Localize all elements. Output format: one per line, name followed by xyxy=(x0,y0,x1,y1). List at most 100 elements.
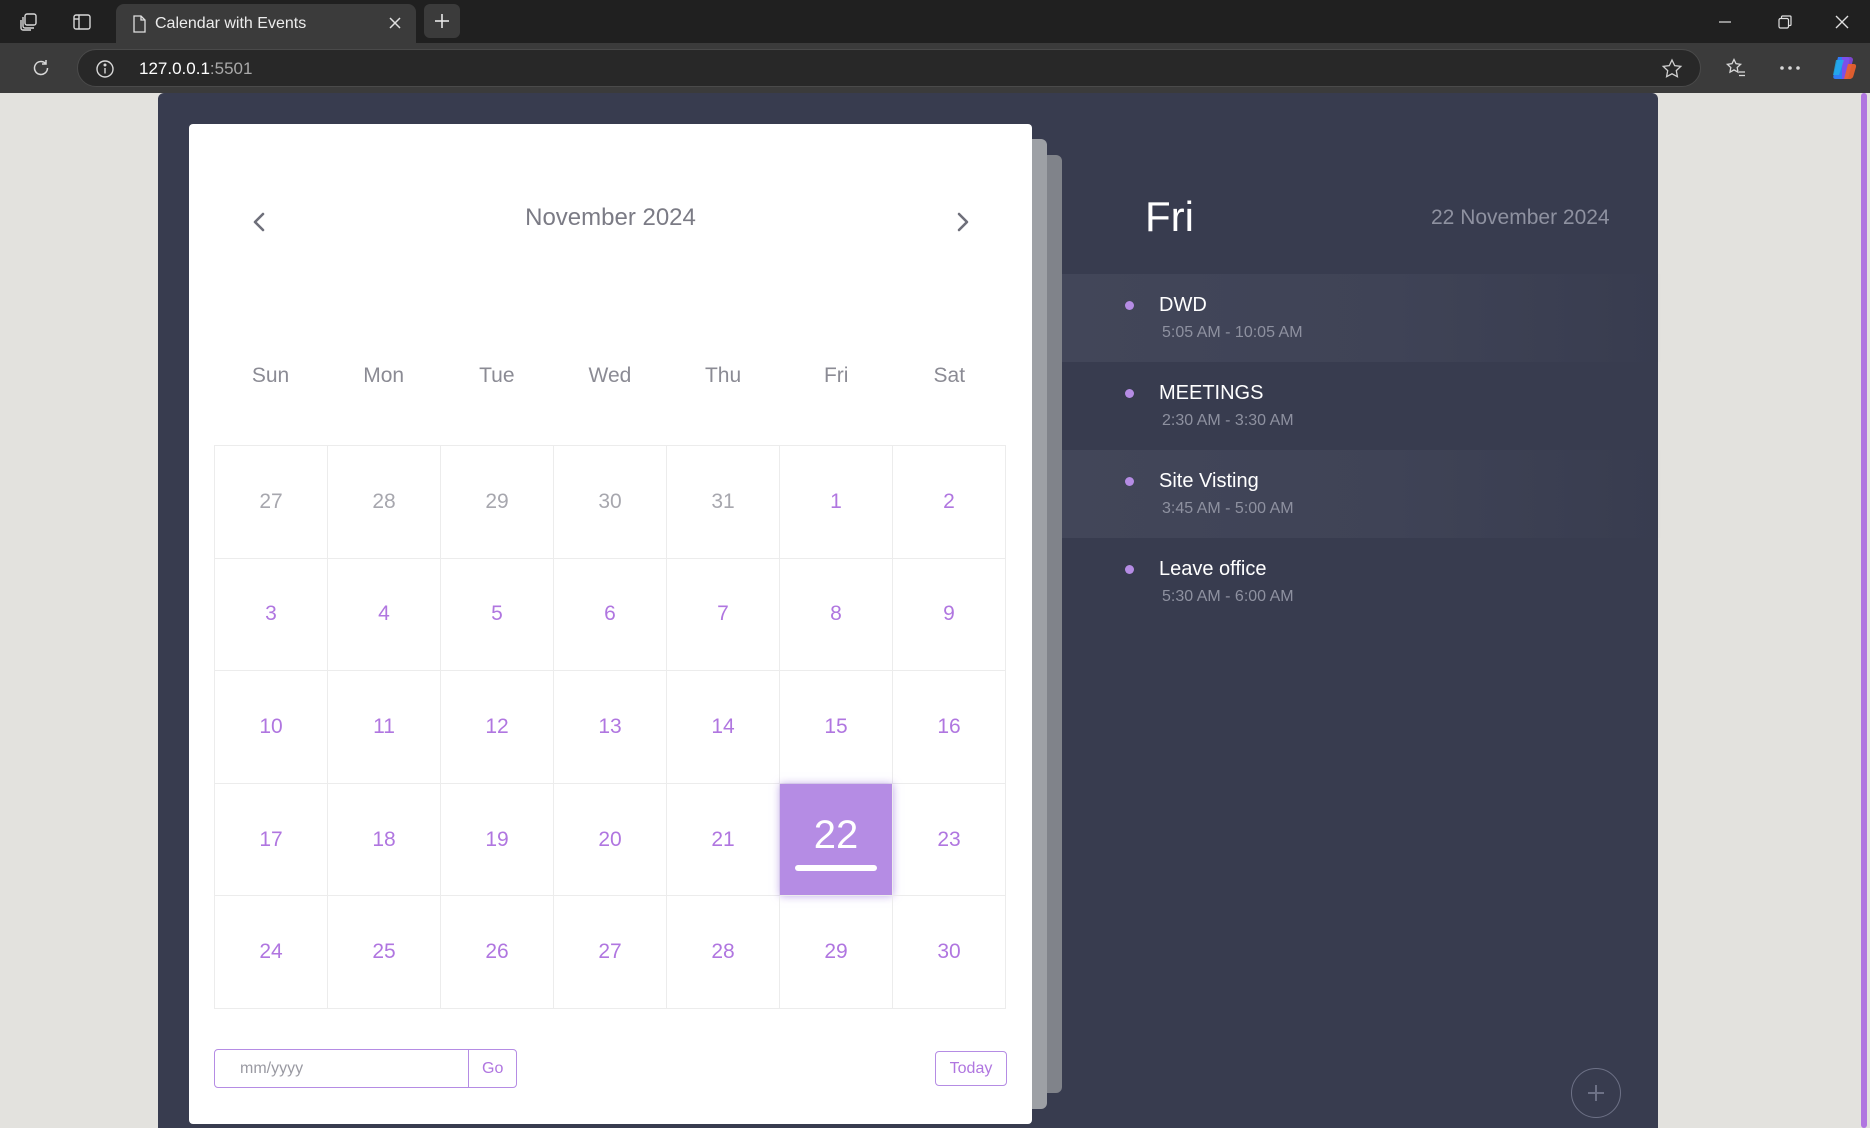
favorites-icon[interactable] xyxy=(1718,50,1754,86)
weekday-header: Sun Mon Tue Wed Thu Fri Sat xyxy=(214,364,1006,388)
day-cell[interactable]: 1 xyxy=(780,446,893,559)
restore-button[interactable] xyxy=(1755,0,1815,43)
day-cell[interactable]: 18 xyxy=(328,783,441,897)
calendar-card: November 2024 Sun Mon Tue Wed Thu Fri Sat 27 28… xyxy=(189,124,1032,1124)
event-item[interactable]: Leave office 5:30 AM - 6:00 AM xyxy=(1062,538,1662,626)
vertical-tabs-icon[interactable] xyxy=(64,4,100,40)
day-cell[interactable]: 12 xyxy=(441,671,554,784)
event-title: Leave office xyxy=(1159,558,1267,580)
day-cell[interactable]: 15 xyxy=(780,671,893,784)
day-cell[interactable]: 11 xyxy=(328,671,441,784)
day-number: 15 xyxy=(824,714,848,738)
day-number: 27 xyxy=(598,940,622,964)
day-number: 12 xyxy=(485,714,509,738)
day-cell[interactable]: 13 xyxy=(554,671,667,784)
day-cell[interactable]: 31 xyxy=(667,446,780,559)
day-cell[interactable]: 24 xyxy=(215,896,328,1009)
day-number: 28 xyxy=(372,489,396,513)
day-cell[interactable]: 16 xyxy=(893,671,1006,784)
refresh-icon[interactable] xyxy=(23,50,59,86)
day-cell[interactable]: 30 xyxy=(554,446,667,559)
copilot-icon[interactable] xyxy=(1826,50,1862,86)
event-item[interactable]: MEETINGS 2:30 AM - 3:30 AM xyxy=(1062,362,1662,450)
day-number: 17 xyxy=(259,827,283,851)
day-cell[interactable]: 19 xyxy=(441,783,554,897)
weekday-label: Wed xyxy=(588,364,632,387)
weekday-label: Mon xyxy=(363,364,405,387)
day-cell[interactable]: 25 xyxy=(328,896,441,1009)
today-button[interactable]: Today xyxy=(935,1051,1007,1086)
close-tab-icon[interactable] xyxy=(380,8,410,38)
day-number: 1 xyxy=(830,489,842,513)
day-cell[interactable]: 21 xyxy=(667,783,780,897)
day-cell[interactable]: 6 xyxy=(554,558,667,672)
plus-icon xyxy=(435,14,449,28)
page-scrollbar[interactable] xyxy=(1860,93,1870,1128)
day-cell[interactable]: 20 xyxy=(554,783,667,897)
day-cell[interactable]: 8 xyxy=(780,558,893,672)
day-number: 6 xyxy=(604,602,616,626)
day-cell[interactable]: 10 xyxy=(215,671,328,784)
event-bullet-icon xyxy=(1125,301,1134,310)
day-number: 14 xyxy=(711,714,735,738)
day-cell[interactable]: 5 xyxy=(441,558,554,672)
day-number: 27 xyxy=(259,489,283,513)
event-title: DWD xyxy=(1159,294,1207,316)
goto-date-form: Go xyxy=(214,1049,517,1088)
next-month-button[interactable] xyxy=(943,202,983,242)
new-tab-button[interactable] xyxy=(424,4,460,38)
active-tab[interactable]: Calendar with Events xyxy=(116,4,416,43)
day-number: 5 xyxy=(491,602,503,626)
day-number: 10 xyxy=(259,714,283,738)
day-cell[interactable]: 23 xyxy=(893,783,1006,897)
workspaces-icon[interactable] xyxy=(11,4,47,40)
day-cell[interactable]: 3 xyxy=(215,558,328,672)
day-number: 24 xyxy=(259,940,283,964)
day-cell[interactable]: 4 xyxy=(328,558,441,672)
day-number: 22 xyxy=(813,813,859,858)
day-cell-selected[interactable]: 22 xyxy=(780,783,893,897)
browser-tab-bar: Calendar with Events xyxy=(0,0,1870,43)
tab-title: Calendar with Events xyxy=(155,15,307,32)
more-options-icon[interactable] xyxy=(1772,50,1808,86)
weekday-label: Fri xyxy=(823,364,849,387)
minimize-button[interactable] xyxy=(1695,0,1755,43)
close-window-button[interactable] xyxy=(1812,0,1870,43)
site-info-icon[interactable] xyxy=(94,58,116,80)
day-number: 16 xyxy=(937,714,961,738)
day-cell[interactable]: 28 xyxy=(328,446,441,559)
day-cell[interactable]: 14 xyxy=(667,671,780,784)
day-cell[interactable]: 7 xyxy=(667,558,780,672)
day-number: 30 xyxy=(937,940,961,964)
day-number: 21 xyxy=(711,827,735,851)
selected-full-date: 22 November 2024 xyxy=(1431,206,1610,229)
day-cell[interactable]: 17 xyxy=(215,783,328,897)
day-cell[interactable]: 9 xyxy=(893,558,1006,672)
day-number: 13 xyxy=(598,714,622,738)
scrollbar-thumb[interactable] xyxy=(1861,93,1867,1128)
day-cell[interactable]: 29 xyxy=(441,446,554,559)
day-number: 19 xyxy=(485,827,509,851)
add-event-button[interactable] xyxy=(1571,1068,1621,1118)
day-cell[interactable]: 27 xyxy=(554,896,667,1009)
day-cell[interactable]: 26 xyxy=(441,896,554,1009)
minimize-icon xyxy=(1719,20,1731,23)
go-button[interactable]: Go xyxy=(468,1050,516,1087)
event-item[interactable]: Site Visting 3:45 AM - 5:00 AM xyxy=(1062,450,1662,538)
weekday-label: Sun xyxy=(251,364,290,387)
event-item[interactable]: DWD 5:05 AM - 10:05 AM xyxy=(1062,274,1662,362)
day-cell[interactable]: 29 xyxy=(780,896,893,1009)
weekday-label: Thu xyxy=(704,364,742,387)
goto-date-input[interactable] xyxy=(215,1050,469,1087)
day-number: 20 xyxy=(598,827,622,851)
day-number: 26 xyxy=(485,940,509,964)
favorite-star-icon[interactable] xyxy=(1660,57,1684,81)
url-field[interactable]: 127.0.0.1:5501 xyxy=(77,49,1701,87)
day-cell[interactable]: 28 xyxy=(667,896,780,1009)
day-number: 3 xyxy=(265,602,277,626)
day-cell[interactable]: 30 xyxy=(893,896,1006,1009)
day-cell[interactable]: 2 xyxy=(893,446,1006,559)
day-number: 25 xyxy=(372,940,396,964)
event-bullet-icon xyxy=(1125,389,1134,398)
day-cell[interactable]: 27 xyxy=(215,446,328,559)
